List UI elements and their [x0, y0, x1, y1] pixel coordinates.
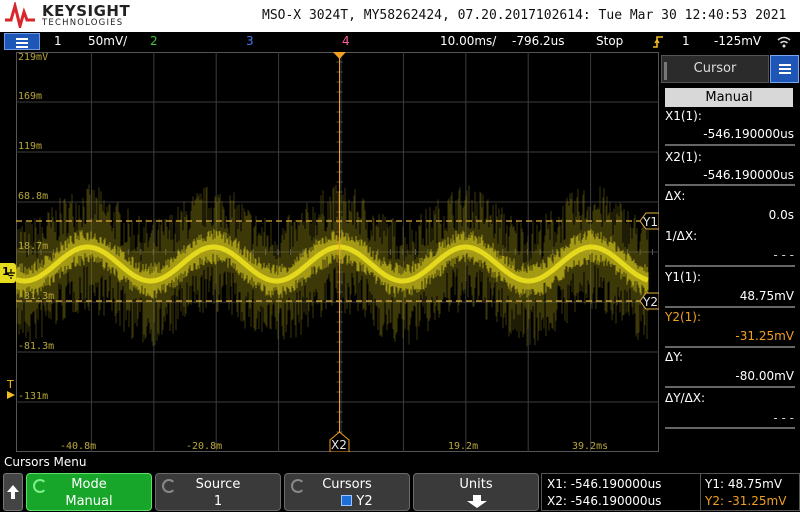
inverse-delta-x-label: 1/ΔX: [665, 229, 698, 243]
back-arrow-icon [7, 485, 19, 499]
down-arrow-icon [467, 495, 487, 508]
ch2-number[interactable]: 2 [150, 34, 158, 48]
cursor-y1-label: Y1 [642, 215, 658, 229]
y-axis-label: 68.8m [18, 191, 48, 202]
keysight-logo-icon [5, 2, 35, 28]
x1-label: X1(1): [665, 109, 702, 123]
ch1-number[interactable]: 1 [54, 34, 62, 48]
cursor-readout-box: X1: -546.190000us X2: -546.190000us Y1: … [541, 473, 800, 511]
y-axis-label: -131m [18, 391, 48, 402]
readout-x2: X2: -546.190000us [547, 494, 662, 508]
source-softkey-value: 1 [213, 494, 223, 509]
y-axis-label: 18.7m [18, 241, 48, 252]
time-delay[interactable]: -796.2us [512, 34, 565, 48]
cursors-softkey-value: Y2 [356, 494, 373, 509]
ground-icon [7, 269, 15, 279]
readout-y1: Y1: 48.75mV [705, 477, 783, 491]
cursor-panel-title: Cursor [693, 61, 737, 76]
time-scale[interactable]: 10.00ms/ [440, 34, 496, 48]
device-info: MSO-X 3024T, MY58262424, 07.20.201710261… [262, 8, 787, 23]
readout-x1: X1: -546.190000us [547, 477, 662, 491]
panel-menu-icon[interactable] [770, 55, 799, 83]
softkey-bar: Mode Manual Source 1 Cursors Y2 Units X1… [0, 472, 800, 512]
y1-label: Y1(1): [665, 270, 702, 284]
delta-y-value: -80.00mV [735, 369, 794, 383]
back-button[interactable] [3, 473, 23, 511]
x1-value: -546.190000us [703, 127, 794, 141]
mode-softkey-label: Mode [71, 477, 107, 492]
delta-y-over-delta-x-label: ΔY/ΔX: [665, 391, 706, 405]
cursor-side-panel: Cursor Manual X1(1): -546.190000us X2(1)… [661, 52, 800, 452]
title-bar: KEYSIGHT TECHNOLOGIES MSO-X 3024T, MY582… [0, 0, 800, 32]
source-softkey-label: Source [195, 477, 241, 492]
cursors-softkey[interactable]: Cursors Y2 [284, 473, 410, 511]
trigger-level-marker[interactable]: T [4, 378, 16, 404]
x2-value: -546.190000us [703, 168, 794, 182]
cursor-y2-label: Y2 [642, 295, 658, 309]
softkey-menu-title: Cursors Menu [4, 455, 87, 469]
x-axis-label: -40.8m [60, 441, 96, 452]
trigger-arrow-icon [7, 391, 15, 399]
delta-y-label: ΔY: [665, 350, 683, 364]
wifi-icon [777, 36, 791, 48]
delta-x-value: 0.0s [768, 208, 794, 222]
ch1-ground-marker[interactable]: 1 [0, 263, 16, 283]
y-axis-label: 219mV [18, 52, 48, 63]
main-menu-button[interactable] [4, 33, 40, 50]
trigger-position-icon [333, 52, 346, 59]
x2-label: X2(1): [665, 150, 702, 164]
y-axis-label: -31.3m [18, 291, 54, 302]
cursor-x2-tag[interactable]: X2 [329, 431, 350, 452]
readout-y2: Y2: -31.25mV [705, 494, 787, 508]
trigger-edge-icon [653, 36, 663, 48]
channel-status-bar: 1 50mV/ 2 3 4 10.00ms/ -796.2us Stop 1 -… [0, 32, 800, 52]
ch3-number[interactable]: 3 [246, 34, 254, 48]
cursor-panel-tab[interactable]: Cursor [661, 55, 769, 83]
cursors-softkey-label: Cursors [322, 477, 372, 492]
y-axis-label: 169m [18, 91, 42, 102]
cursor-selected-icon [341, 495, 353, 506]
y2-label: Y2(1): [665, 310, 702, 324]
trigger-source[interactable]: 1 [682, 34, 690, 48]
source-softkey[interactable]: Source 1 [155, 473, 281, 511]
x-axis-label: 39.2ms [572, 441, 608, 452]
inverse-delta-x-value: - - - [773, 248, 794, 262]
y-axis-label: 119m [18, 141, 42, 152]
cursor-x2-label: X2 [331, 438, 347, 452]
waveform-display[interactable]: 219mV 169m 119m 68.8m 18.7m -31.3m -81.3m -131m… [16, 52, 659, 452]
ch1-noise-envelope [16, 184, 649, 347]
trigger-level-label: T [7, 378, 14, 391]
y1-value: 48.75mV [739, 289, 794, 303]
waveform-graticule[interactable]: 219mV 169m 119m 68.8m 18.7m -31.3m -81.3m -131m… [16, 52, 659, 452]
x-axis-label: 19.2m [448, 441, 478, 452]
brand-subtitle: TECHNOLOGIES [42, 18, 124, 28]
run-state: Stop [596, 34, 624, 48]
ch4-number[interactable]: 4 [342, 34, 350, 48]
cursor-mode-button[interactable]: Manual [665, 88, 793, 107]
y2-value: -31.25mV [735, 329, 794, 343]
units-softkey-label: Units [459, 477, 493, 492]
mode-softkey[interactable]: Mode Manual [26, 473, 152, 511]
x-axis-label: -20.8m [186, 441, 222, 452]
delta-y-over-delta-x-value: - - - [773, 411, 794, 425]
y-axis-label: -81.3m [18, 341, 54, 352]
cursor-y1-tag[interactable]: Y1 [639, 212, 659, 230]
trigger-level[interactable]: -125mV [714, 34, 761, 48]
ch1-scale[interactable]: 50mV/ [88, 34, 127, 48]
cursor-y2-tag[interactable]: Y2 [639, 292, 659, 310]
delta-x-label: ΔX: [665, 189, 686, 203]
units-softkey[interactable]: Units [413, 473, 539, 511]
mode-softkey-value: Manual [65, 494, 113, 509]
